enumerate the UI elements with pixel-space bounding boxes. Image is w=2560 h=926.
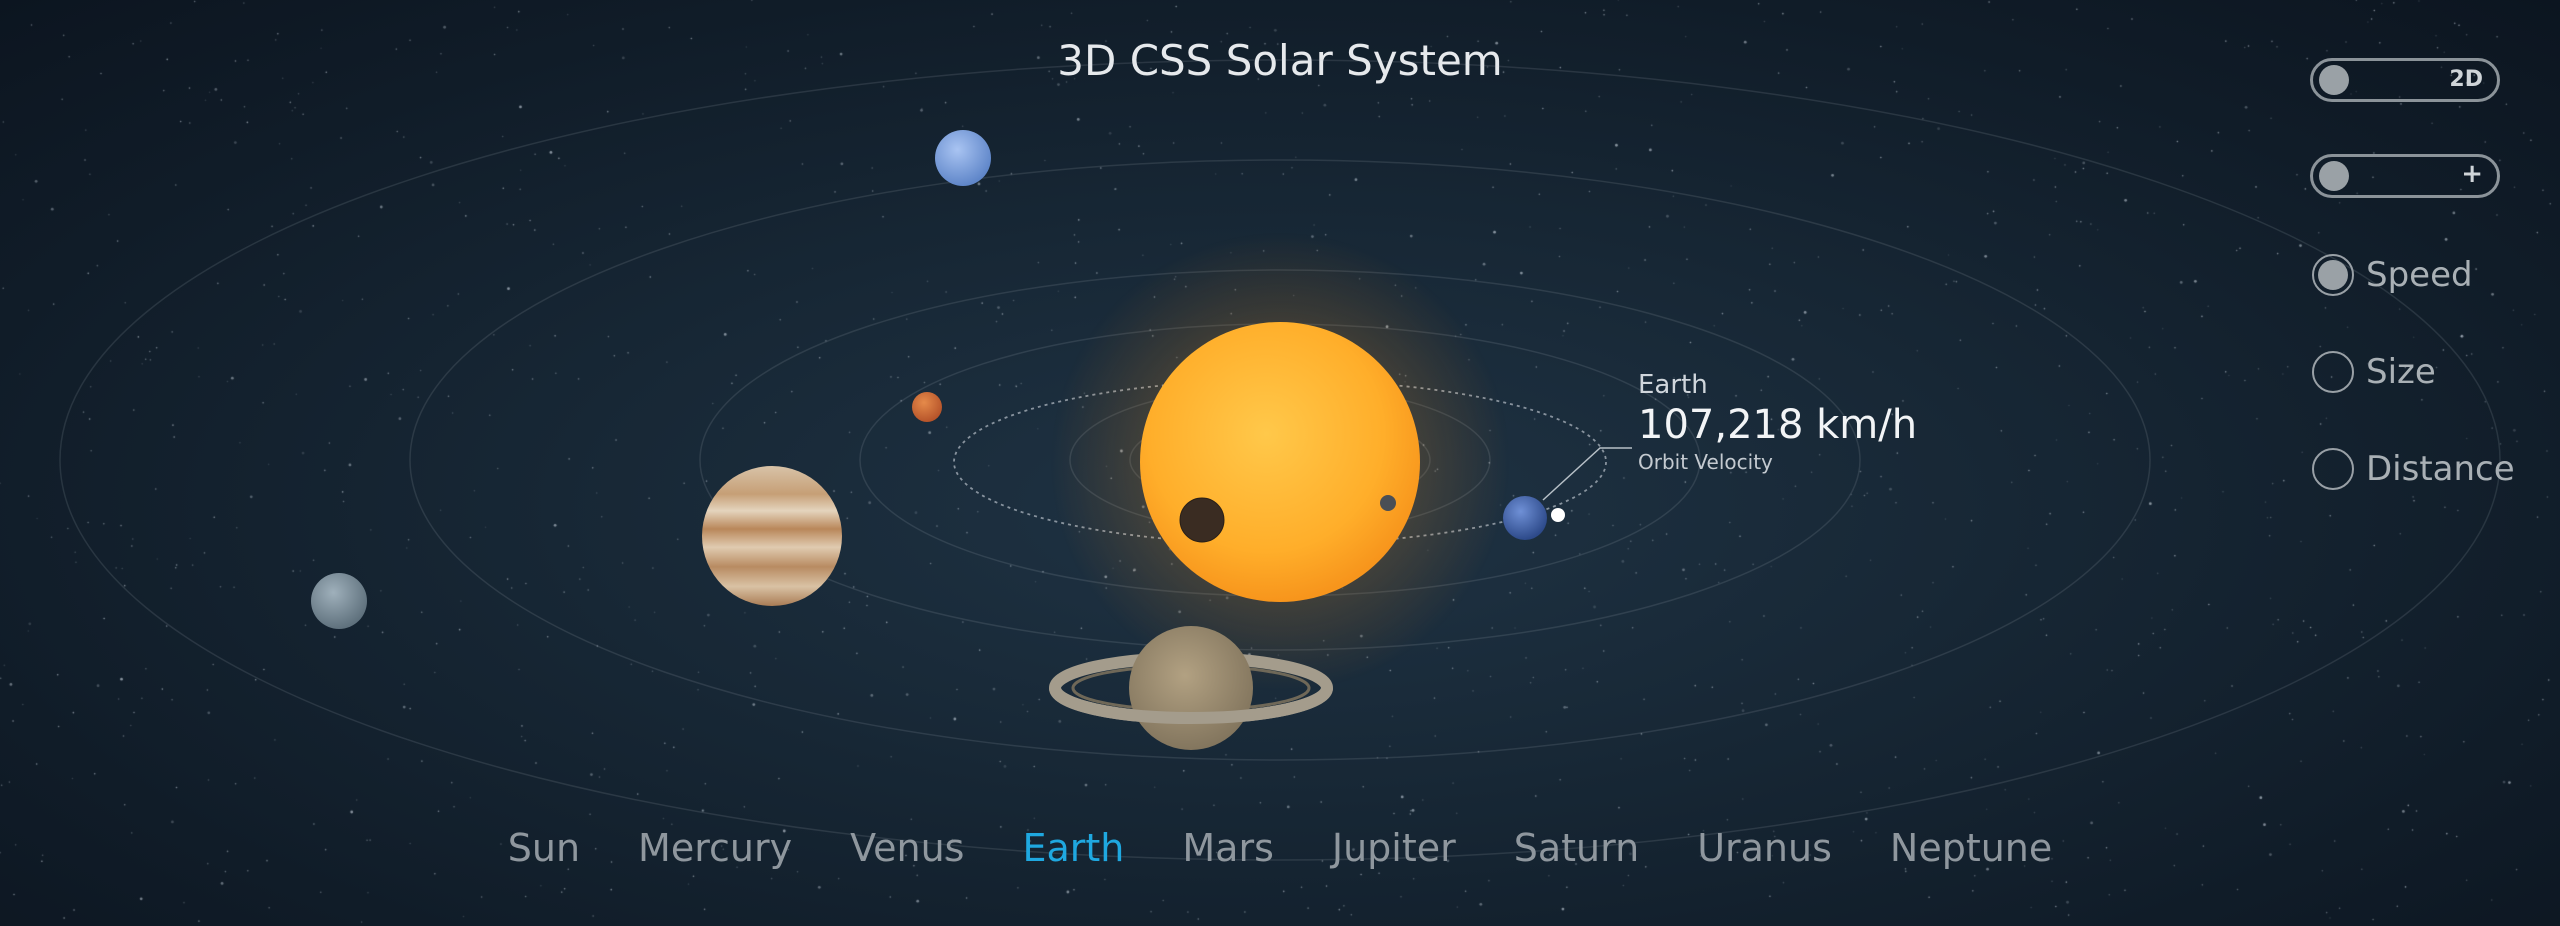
nav-item-earth[interactable]: Earth	[993, 826, 1153, 870]
nav-item-sun[interactable]: Sun	[479, 826, 609, 870]
planet-jupiter[interactable]	[702, 466, 842, 606]
nav-item-neptune[interactable]: Neptune	[1861, 826, 2081, 870]
sun[interactable]	[1140, 322, 1420, 602]
radio-circle-icon	[2312, 448, 2354, 490]
planet-mercury[interactable]	[1179, 497, 1225, 543]
planet-venus[interactable]	[935, 130, 991, 186]
radio-label: Distance	[2366, 449, 2515, 489]
planet-nav: Sun Mercury Venus Earth Mars Jupiter Sat…	[0, 826, 2560, 870]
planet-small-moon	[1380, 495, 1396, 511]
planet-uranus[interactable]	[311, 573, 367, 629]
earth-moon	[1551, 508, 1565, 522]
zoom-toggle[interactable]: +	[2310, 154, 2500, 198]
nav-item-mars[interactable]: Mars	[1153, 826, 1303, 870]
readout-value: 107,218 km/h	[1638, 402, 1918, 448]
nav-item-saturn[interactable]: Saturn	[1485, 826, 1668, 870]
radio-speed[interactable]: Speed	[2312, 252, 2473, 298]
plus-icon: +	[2461, 159, 2483, 189]
nav-item-uranus[interactable]: Uranus	[1668, 826, 1861, 870]
orbit-velocity-readout: Earth 107,218 km/h Orbit Velocity	[1638, 370, 1917, 474]
nav-item-venus[interactable]: Venus	[821, 826, 993, 870]
toggle-knob	[2319, 161, 2349, 191]
toggle-knob	[2319, 65, 2349, 95]
nav-item-mercury[interactable]: Mercury	[609, 826, 821, 870]
view-toggle-label: 2D	[2449, 67, 2483, 92]
radio-circle-icon	[2312, 254, 2354, 296]
planet-mars[interactable]	[912, 392, 942, 422]
nav-item-jupiter[interactable]: Jupiter	[1303, 826, 1485, 870]
radio-circle-icon	[2312, 351, 2354, 393]
radio-distance[interactable]: Distance	[2312, 446, 2515, 492]
readout-planet: Earth	[1638, 370, 1708, 400]
planet-earth[interactable]	[1503, 496, 1547, 540]
radio-label: Speed	[2366, 255, 2473, 295]
view-2d-toggle[interactable]: 2D	[2310, 58, 2500, 102]
radio-label: Size	[2366, 352, 2436, 392]
readout-label: Orbit Velocity	[1638, 450, 1773, 474]
readout-connector	[1542, 447, 1632, 501]
solar-system-scene	[59, 59, 2501, 861]
radio-size[interactable]: Size	[2312, 349, 2436, 395]
